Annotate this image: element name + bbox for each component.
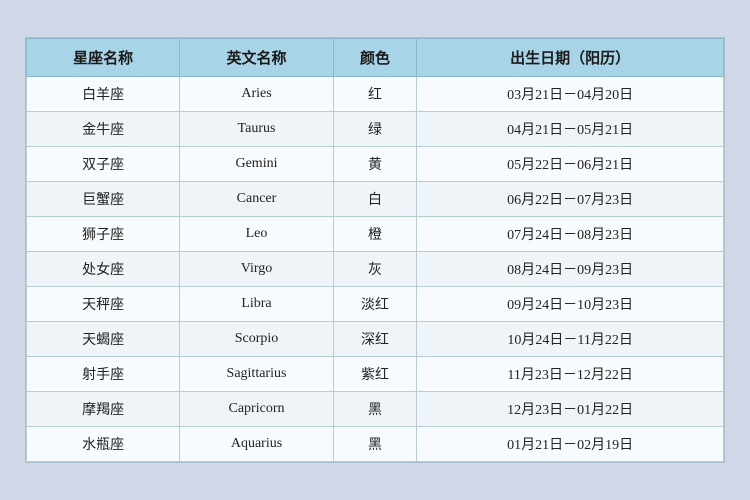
cell-color: 灰 [333,252,417,287]
table-row: 双子座Gemini黄05月22日－06月21日 [27,147,724,182]
cell-chinese: 射手座 [27,357,180,392]
table-row: 狮子座Leo橙07月24日－08月23日 [27,217,724,252]
cell-date: 03月21日－04月20日 [417,77,724,112]
header-date: 出生日期（阳历） [417,39,724,77]
cell-color: 黄 [333,147,417,182]
cell-english: Leo [180,217,333,252]
cell-color: 紫红 [333,357,417,392]
cell-date: 06月22日－07月23日 [417,182,724,217]
cell-date: 08月24日－09月23日 [417,252,724,287]
cell-chinese: 双子座 [27,147,180,182]
cell-date: 04月21日－05月21日 [417,112,724,147]
cell-chinese: 金牛座 [27,112,180,147]
cell-chinese: 巨蟹座 [27,182,180,217]
cell-chinese: 狮子座 [27,217,180,252]
cell-color: 深红 [333,322,417,357]
cell-english: Cancer [180,182,333,217]
cell-date: 10月24日－11月22日 [417,322,724,357]
cell-date: 09月24日－10月23日 [417,287,724,322]
table-row: 水瓶座Aquarius黑01月21日－02月19日 [27,427,724,462]
table-row: 摩羯座Capricorn黑12月23日－01月22日 [27,392,724,427]
cell-color: 橙 [333,217,417,252]
table-row: 巨蟹座Cancer白06月22日－07月23日 [27,182,724,217]
table-row: 天蝎座Scorpio深红10月24日－11月22日 [27,322,724,357]
cell-english: Aries [180,77,333,112]
table-row: 射手座Sagittarius紫红11月23日－12月22日 [27,357,724,392]
cell-color: 黑 [333,427,417,462]
cell-date: 12月23日－01月22日 [417,392,724,427]
zodiac-table: 星座名称 英文名称 颜色 出生日期（阳历） 白羊座Aries红03月21日－04… [26,38,724,462]
cell-date: 07月24日－08月23日 [417,217,724,252]
table-row: 金牛座Taurus绿04月21日－05月21日 [27,112,724,147]
cell-color: 黑 [333,392,417,427]
header-chinese: 星座名称 [27,39,180,77]
cell-english: Libra [180,287,333,322]
cell-chinese: 处女座 [27,252,180,287]
cell-color: 红 [333,77,417,112]
cell-color: 白 [333,182,417,217]
cell-chinese: 天蝎座 [27,322,180,357]
cell-english: Aquarius [180,427,333,462]
cell-english: Sagittarius [180,357,333,392]
table-row: 白羊座Aries红03月21日－04月20日 [27,77,724,112]
cell-chinese: 摩羯座 [27,392,180,427]
cell-color: 绿 [333,112,417,147]
cell-date: 01月21日－02月19日 [417,427,724,462]
cell-english: Taurus [180,112,333,147]
cell-date: 05月22日－06月21日 [417,147,724,182]
cell-date: 11月23日－12月22日 [417,357,724,392]
cell-english: Scorpio [180,322,333,357]
table-header-row: 星座名称 英文名称 颜色 出生日期（阳历） [27,39,724,77]
header-english: 英文名称 [180,39,333,77]
zodiac-table-container: 星座名称 英文名称 颜色 出生日期（阳历） 白羊座Aries红03月21日－04… [25,37,725,463]
table-row: 天秤座Libra淡红09月24日－10月23日 [27,287,724,322]
cell-chinese: 天秤座 [27,287,180,322]
header-color: 颜色 [333,39,417,77]
table-row: 处女座Virgo灰08月24日－09月23日 [27,252,724,287]
cell-english: Gemini [180,147,333,182]
cell-chinese: 白羊座 [27,77,180,112]
cell-english: Virgo [180,252,333,287]
cell-color: 淡红 [333,287,417,322]
cell-chinese: 水瓶座 [27,427,180,462]
cell-english: Capricorn [180,392,333,427]
